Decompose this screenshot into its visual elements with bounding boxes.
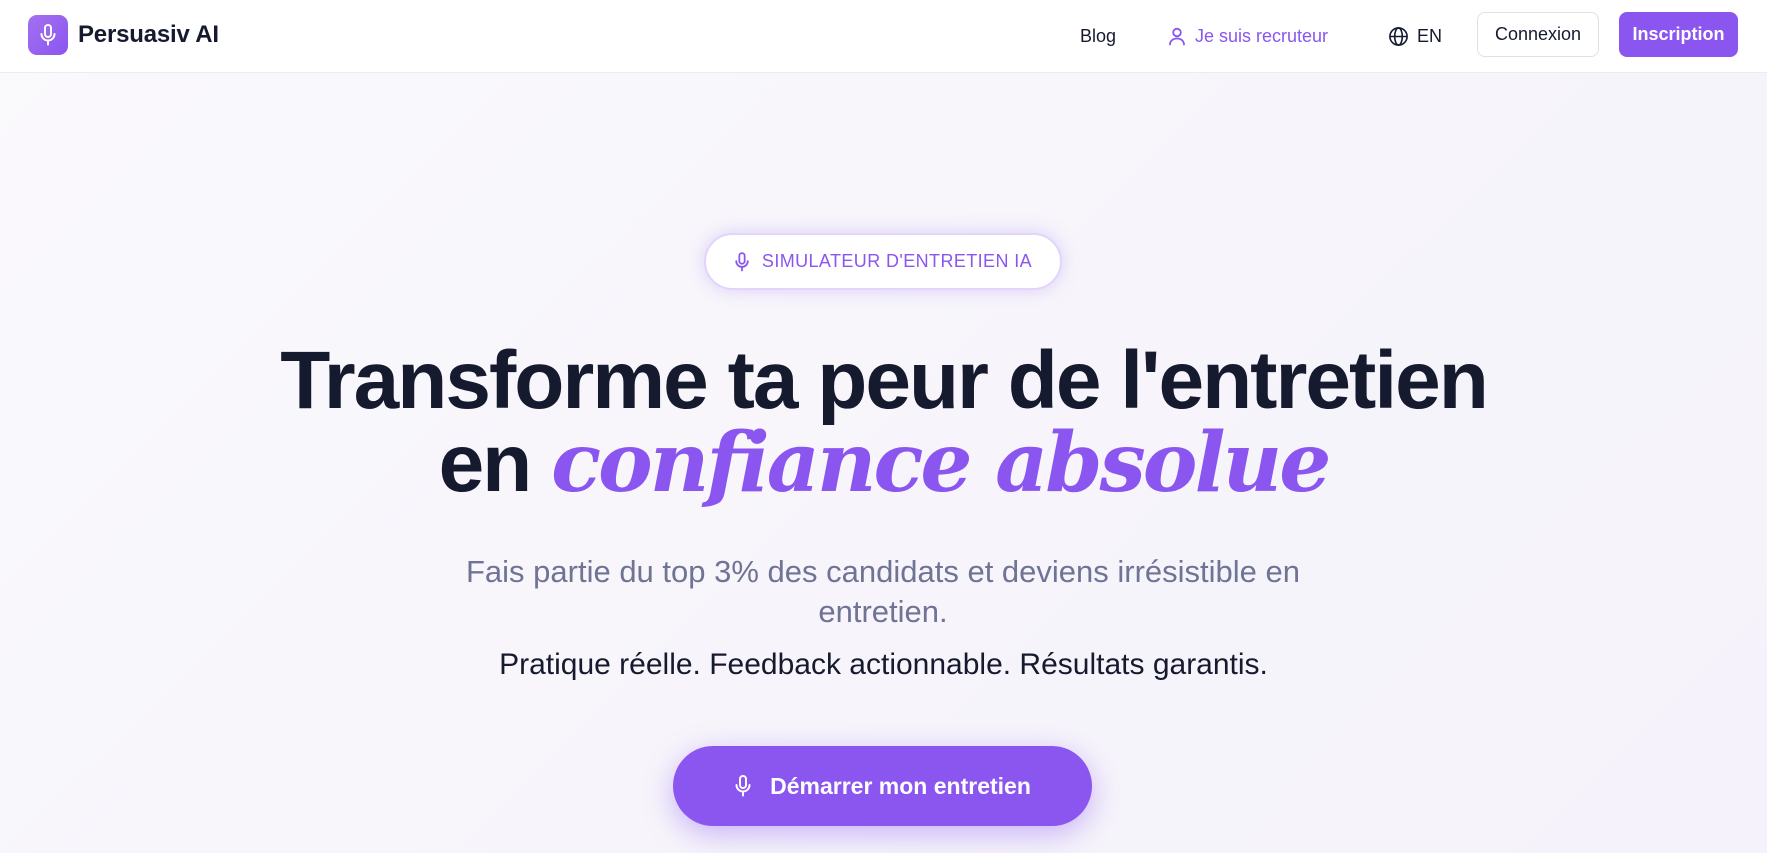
nav-link-recruiter-label: Je suis recruteur: [1195, 25, 1329, 46]
hero-subtitle: Fais partie du top 3% des candidats et d…: [465, 554, 1301, 629]
start-interview-button-label: Démarrer mon entretien: [770, 772, 1031, 799]
globe-icon: [1388, 26, 1409, 47]
microphone-icon: [39, 24, 57, 46]
nav-link-blog[interactable]: Blog: [1080, 22, 1116, 50]
microphone-icon: [734, 251, 750, 272]
simulator-badge: SIMULATEUR D'ENTRETIEN IA: [704, 233, 1062, 290]
hero-headline-accent: confiance absolue: [551, 415, 1331, 511]
top-navigation-bar: Persuasiv AI Blog Je suis recruteur EN C…: [0, 0, 1767, 73]
nav-link-recruiter[interactable]: Je suis recruteur: [1167, 22, 1328, 50]
user-icon: [1167, 26, 1187, 46]
hero-headline-line-1: Transforme ta peur de l'entretien: [280, 335, 1489, 426]
brand-logo[interactable]: Persuasiv AI: [28, 15, 219, 55]
language-label: EN: [1417, 25, 1443, 46]
language-switcher[interactable]: EN: [1388, 22, 1442, 50]
logo-badge: [28, 15, 68, 55]
hero-headline-prefix: en: [438, 418, 533, 509]
login-button-label: Connexion: [1494, 24, 1582, 44]
microphone-icon: [734, 775, 752, 797]
signup-button[interactable]: Inscription: [1619, 12, 1738, 57]
simulator-badge-label: SIMULATEUR D'ENTRETIEN IA: [761, 251, 1033, 271]
login-button[interactable]: Connexion: [1477, 12, 1599, 57]
signup-button-label: Inscription: [1632, 24, 1725, 44]
start-interview-button[interactable]: Démarrer mon entretien: [673, 746, 1092, 826]
hero-tagline: Pratique réelle. Feedback actionnable. R…: [499, 648, 1268, 681]
hero-headline-line-2: en confiance absolue: [0, 418, 1767, 509]
brand-name: Persuasiv AI: [78, 21, 219, 48]
nav-link-blog-label: Blog: [1080, 25, 1117, 46]
